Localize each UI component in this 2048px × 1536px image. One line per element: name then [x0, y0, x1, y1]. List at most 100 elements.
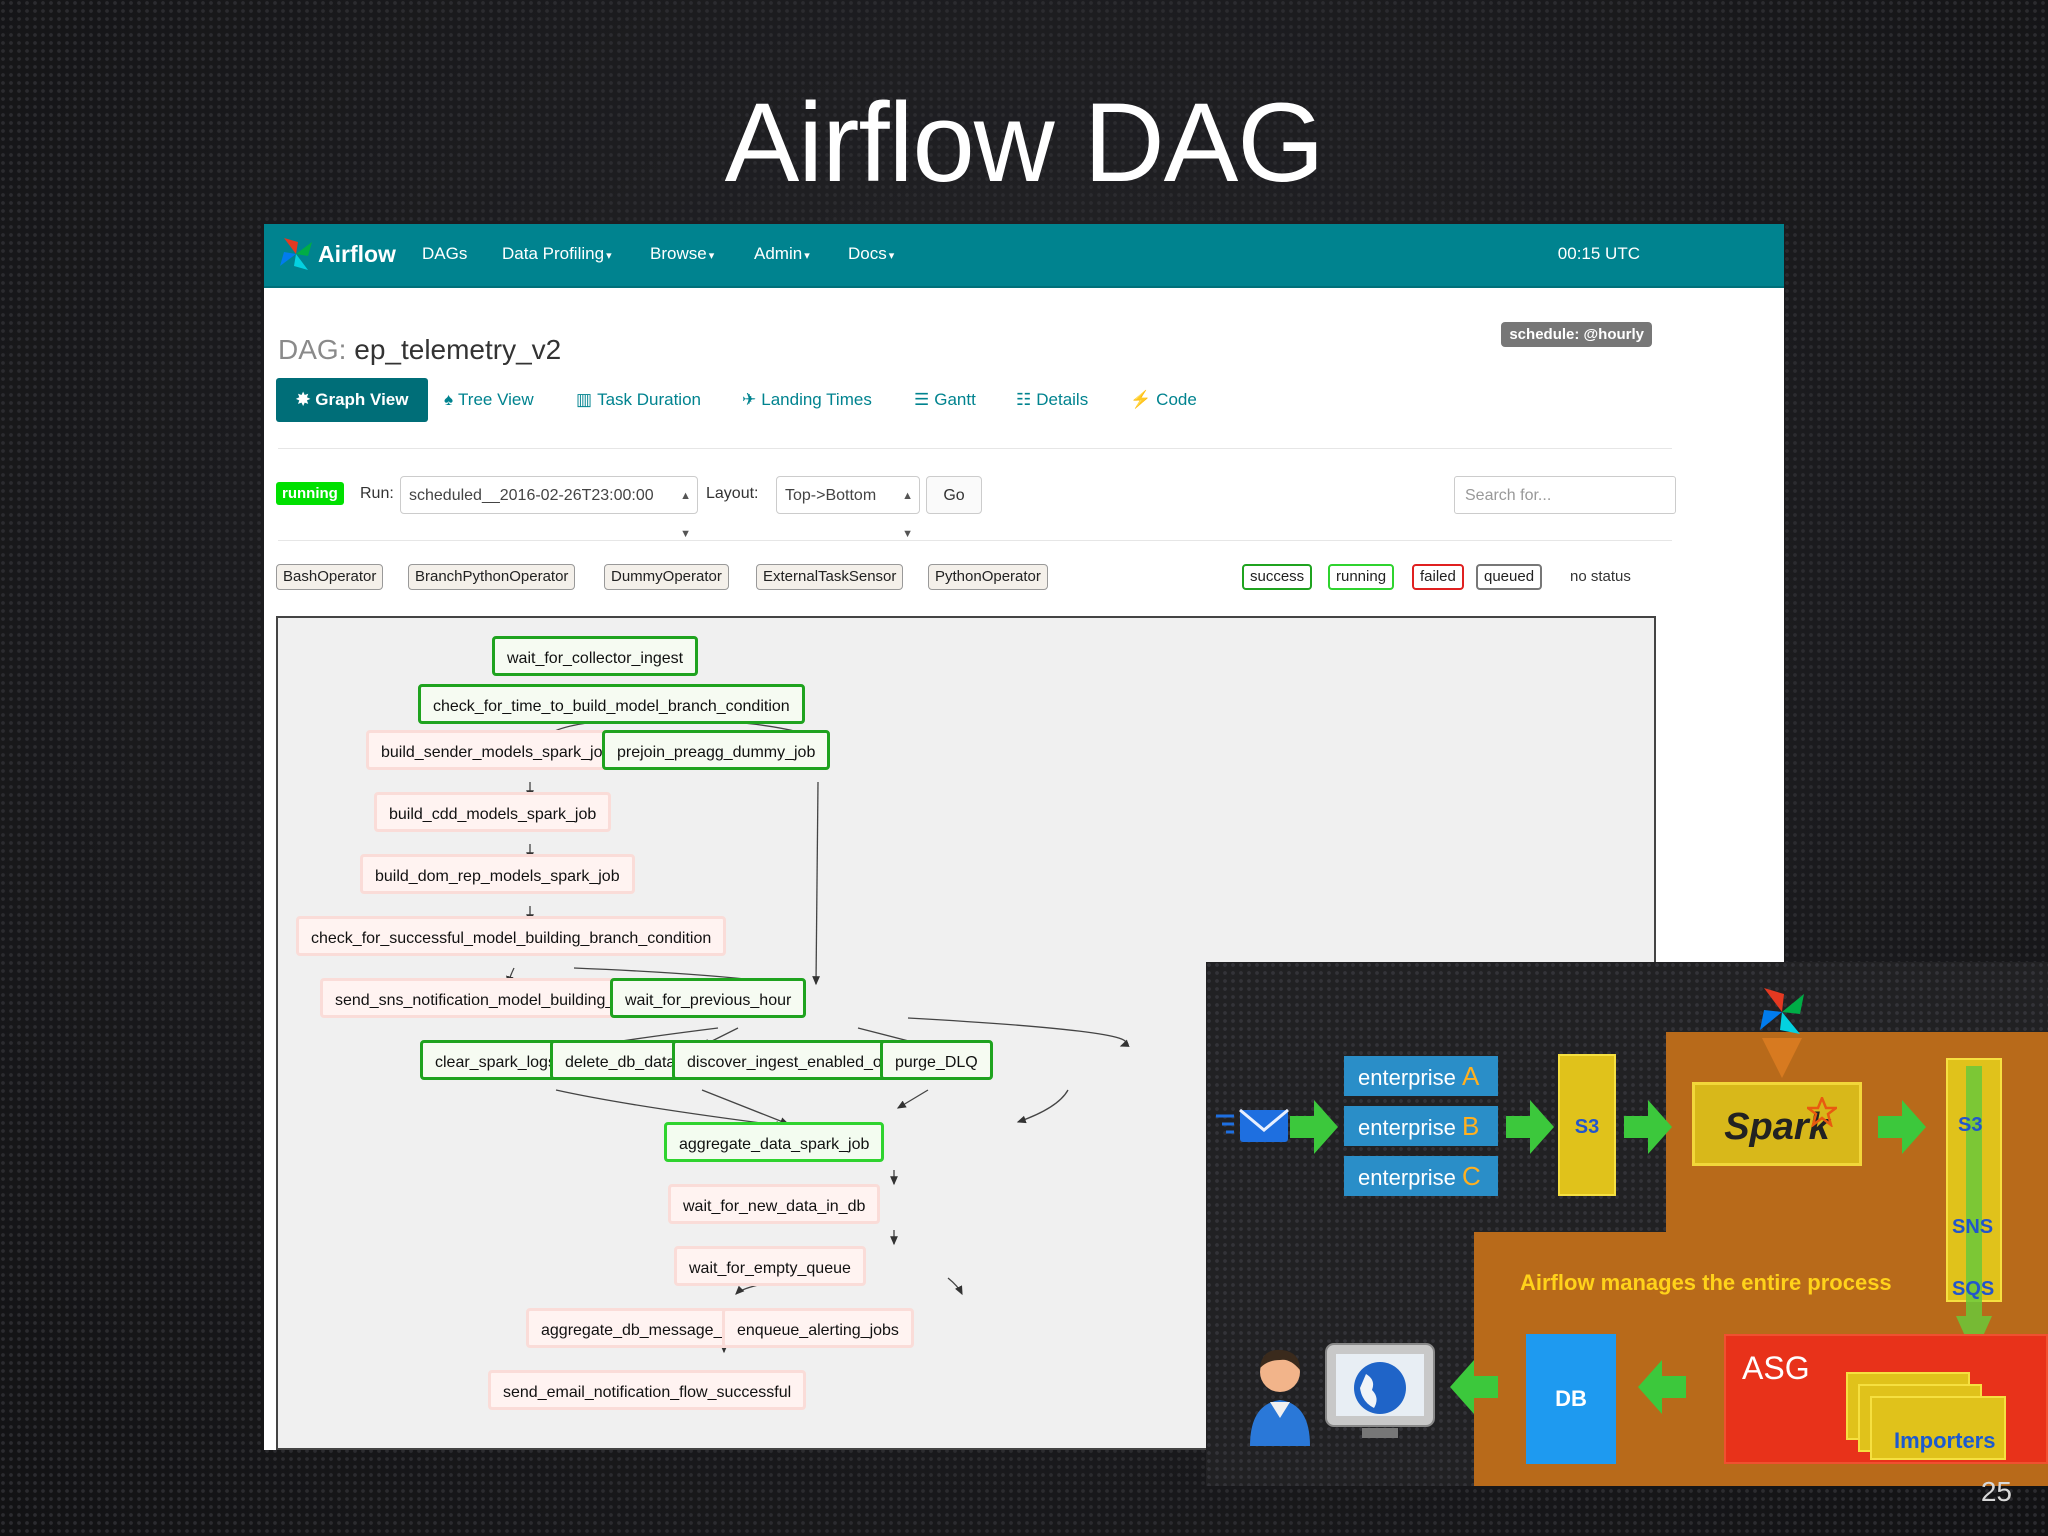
dag-node[interactable]: wait_for_new_data_in_db: [668, 1184, 881, 1224]
operator-legend-item: BashOperator: [276, 564, 384, 590]
s3-right-label: S3: [1958, 1114, 1983, 1136]
operator-legend-item: PythonOperator: [928, 564, 1048, 590]
nav-docs-label: Docs: [848, 244, 887, 263]
tree-icon: ♠: [444, 390, 454, 409]
utc-clock: 00:15 UTC: [1557, 244, 1640, 263]
dag-node[interactable]: enqueue_alerting_jobs: [722, 1308, 914, 1348]
navbar: Airflow DAGs Data Profiling ▾ Browse ▾ Adm…: [264, 224, 1784, 288]
dag-node[interactable]: purge_DLQ: [880, 1040, 993, 1080]
nav-docs[interactable]: Docs ▾: [848, 244, 894, 264]
brand[interactable]: Airflow: [278, 236, 396, 272]
bar-chart-icon: ▥: [576, 390, 593, 409]
tab-gantt[interactable]: ☰ Gantt: [914, 378, 976, 422]
enterprise-letter: A: [1461, 1061, 1480, 1091]
star-icon: [1807, 1097, 1837, 1127]
status-legend-no-status: no status: [1570, 568, 1631, 585]
asg-label: ASG: [1742, 1350, 1810, 1386]
arrow-right-icon: [1290, 1100, 1338, 1154]
list-icon: ☷: [1016, 390, 1032, 409]
dag-node[interactable]: delete_db_data: [550, 1040, 691, 1080]
enterprise-a: enterprise A: [1344, 1056, 1498, 1096]
layout-label: Layout:: [706, 485, 759, 502]
dag-node[interactable]: wait_for_collector_ingest: [492, 636, 699, 676]
dag-node[interactable]: check_for_successful_model_building_bran…: [296, 916, 727, 956]
nav-browse-label: Browse: [650, 244, 707, 263]
dag-node[interactable]: check_for_time_to_build_model_branch_con…: [418, 684, 805, 724]
status-legend-running: running: [1328, 564, 1395, 590]
tab-label: Tree View: [458, 390, 534, 409]
dag-node[interactable]: prejoin_preagg_dummy_job: [602, 730, 831, 770]
dag-node[interactable]: aggregate_data_spark_job: [664, 1122, 885, 1162]
tab-details[interactable]: ☷ Details: [1016, 378, 1088, 422]
tab-task-duration[interactable]: ▥ Task Duration: [576, 378, 701, 422]
tab-tree-view[interactable]: ♠ Tree View: [444, 378, 534, 422]
brand-label: Airflow: [318, 240, 396, 267]
asg-box: ASG Importers: [1724, 1334, 2048, 1464]
importers-label: Importers: [1894, 1428, 1996, 1453]
layout-select[interactable]: Top->Bottom ▲ ▼: [776, 476, 920, 540]
architecture-caption: Airflow manages the entire process: [1520, 1270, 1892, 1295]
go-button[interactable]: Go: [926, 476, 982, 514]
airflow-pinwheel-icon: [280, 238, 312, 270]
nav-admin-label: Admin: [754, 244, 803, 263]
arrow-right-icon: [1878, 1100, 1926, 1154]
operator-legend-item: BranchPythonOperator: [408, 564, 576, 590]
gantt-icon: ☰: [914, 390, 930, 409]
dag-node[interactable]: send_email_notification_flow_successful: [488, 1370, 807, 1410]
layout-select-value: Top->Bottom: [785, 487, 877, 504]
search-input[interactable]: Search for...: [1454, 476, 1676, 514]
dag-name: ep_telemetry_v2: [354, 334, 562, 365]
spark-box: Spark: [1692, 1082, 1862, 1166]
sns-label: SNS: [1952, 1216, 1994, 1238]
tab-label: Code: [1156, 390, 1197, 409]
page-title: DAG: ep_telemetry_v2: [278, 334, 561, 366]
plane-icon: ✈: [742, 390, 757, 409]
dag-node[interactable]: clear_spark_logs: [420, 1040, 571, 1080]
tab-label: Graph View: [315, 390, 409, 409]
nav-dags[interactable]: DAGs: [422, 244, 467, 264]
flash-icon: ⚡: [1130, 390, 1152, 409]
legend-row: BashOperator BranchPythonOperator DummyO…: [276, 564, 1676, 594]
architecture-diagram: enterprise A enterprise B enterprise C S…: [1206, 962, 2048, 1486]
arrow-left-icon: [1638, 1360, 1686, 1414]
sqs-label: SQS: [1952, 1278, 1995, 1300]
divider: [278, 448, 1672, 449]
dag-node[interactable]: build_dom_rep_models_spark_job: [360, 854, 635, 894]
enterprise-letter: B: [1461, 1111, 1480, 1141]
slide-title: Airflow DAG: [724, 80, 1325, 205]
schedule-badge: schedule: @hourly: [1501, 322, 1652, 347]
tab-label: Task Duration: [597, 390, 701, 409]
enterprise-b: enterprise B: [1344, 1106, 1498, 1146]
select-arrows-icon: ▲ ▼: [680, 490, 691, 540]
status-legend-queued: queued: [1476, 564, 1543, 590]
tab-graph-view[interactable]: ✸ Graph View: [276, 378, 429, 422]
enterprise-word: enterprise: [1358, 1165, 1456, 1190]
chevron-down-icon: ▾: [708, 250, 715, 262]
operator-legend-item: DummyOperator: [604, 564, 729, 590]
dag-node[interactable]: wait_for_previous_hour: [610, 978, 807, 1018]
select-arrows-icon: ▲ ▼: [902, 490, 913, 540]
nav-data-profiling[interactable]: Data Profiling ▾: [502, 244, 612, 264]
status-legend-failed: failed: [1412, 564, 1464, 590]
enterprise-word: enterprise: [1358, 1065, 1456, 1090]
run-select[interactable]: scheduled__2016-02-26T23:00:00 ▲ ▼: [400, 476, 698, 540]
chevron-down-icon: ▾: [888, 250, 895, 262]
nav-data-profiling-label: Data Profiling: [502, 244, 605, 263]
person-icon: [1250, 1349, 1310, 1446]
slide-number: 25: [1980, 1476, 2012, 1507]
divider: [278, 540, 1672, 541]
asterisk-icon: ✸: [296, 390, 311, 409]
arrow-down-icon: [1956, 1066, 1992, 1356]
tab-label: Gantt: [934, 390, 976, 409]
enterprise-word: enterprise: [1358, 1115, 1456, 1140]
tab-landing-times[interactable]: ✈ Landing Times: [742, 378, 872, 422]
dag-node[interactable]: build_sender_models_spark_job: [366, 730, 627, 770]
nav-admin[interactable]: Admin ▾: [754, 244, 810, 264]
dag-node[interactable]: build_cdd_models_spark_job: [374, 792, 612, 832]
enterprise-c: enterprise C: [1344, 1156, 1498, 1196]
tab-code[interactable]: ⚡ Code: [1130, 378, 1197, 422]
globe-monitor-icon: [1325, 1343, 1435, 1438]
dag-node[interactable]: wait_for_empty_queue: [674, 1246, 866, 1286]
operator-legend-item: ExternalTaskSensor: [756, 564, 904, 590]
nav-browse[interactable]: Browse ▾: [650, 244, 714, 264]
